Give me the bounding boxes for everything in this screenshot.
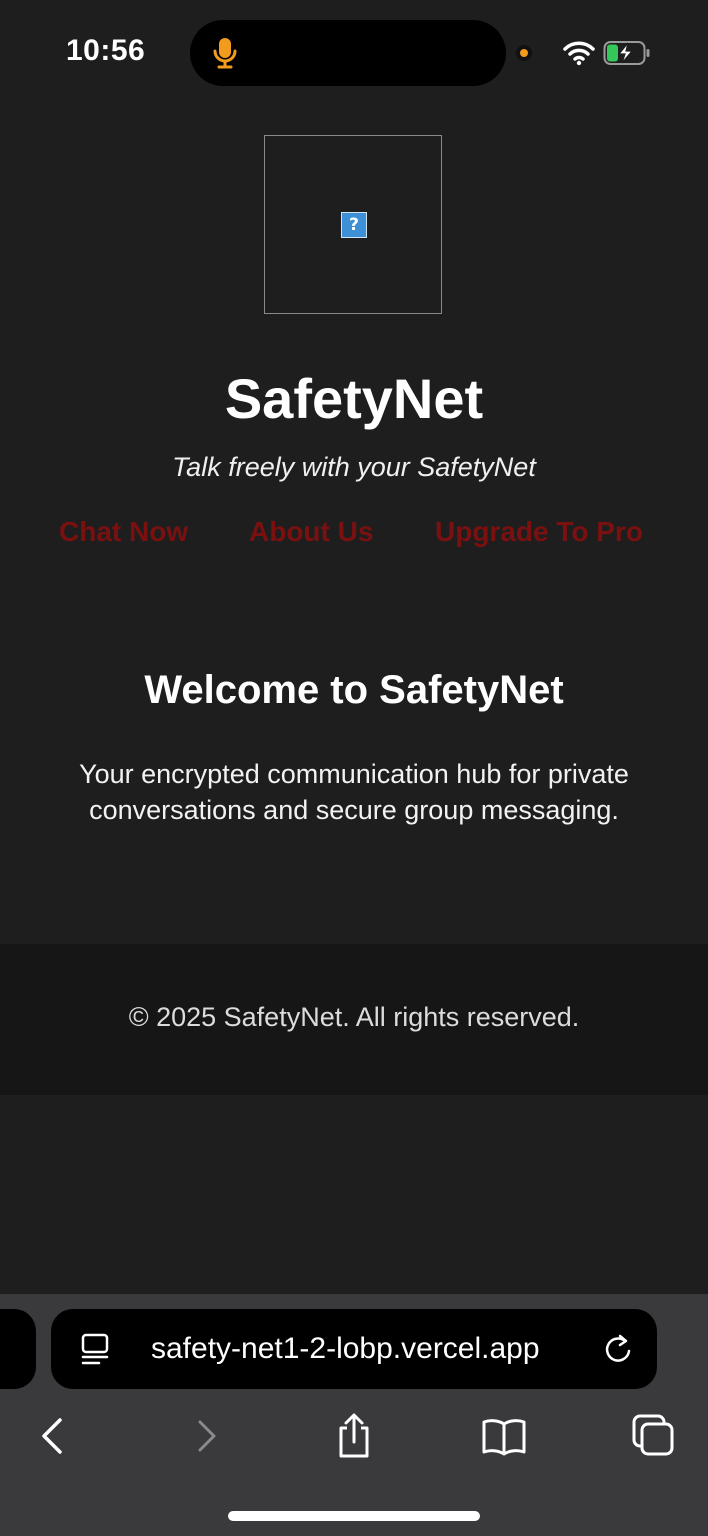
share-icon[interactable]	[330, 1412, 378, 1460]
nav-link-about-us[interactable]: About Us	[249, 516, 373, 548]
page-menu-icon[interactable]	[81, 1333, 111, 1372]
camera-indicator-dot	[516, 45, 532, 61]
url-text[interactable]: safety-net1-2-lobp.vercel.app	[151, 1332, 540, 1366]
tabs-icon[interactable]	[630, 1412, 678, 1460]
address-bar[interactable]: safety-net1-2-lobp.vercel.app	[51, 1309, 657, 1389]
status-time: 10:56	[66, 34, 146, 67]
battery-charging-icon	[603, 40, 651, 71]
logo-image: ?	[264, 135, 442, 314]
microphone-icon	[212, 36, 238, 75]
footer-copyright: © 2025 SafetyNet. All rights reserved.	[128, 1002, 580, 1032]
site-title: SafetyNet	[224, 367, 484, 430]
dynamic-island	[190, 20, 506, 86]
welcome-description: Your encrypted communication hub for pri…	[79, 759, 629, 825]
back-icon[interactable]	[30, 1412, 78, 1460]
forward-icon[interactable]	[182, 1412, 230, 1460]
welcome-heading: Welcome to SafetyNet	[144, 668, 564, 712]
screen: 10:56 ? SafetyNet Talk freely with your …	[0, 0, 708, 1536]
home-indicator[interactable]	[228, 1511, 480, 1521]
tagline: Talk freely with your SafetyNet	[172, 452, 536, 482]
reload-icon[interactable]	[603, 1333, 635, 1370]
wifi-icon	[563, 40, 595, 71]
nav-link-upgrade-to-pro[interactable]: Upgrade To Pro	[435, 516, 643, 548]
footer: © 2025 SafetyNet. All rights reserved.	[0, 944, 708, 1095]
bookmarks-icon[interactable]	[480, 1412, 528, 1460]
nav-link-chat-now[interactable]: Chat Now	[59, 516, 188, 548]
browser-bottom-bar: safety-net1-2-lobp.vercel.app	[0, 1294, 708, 1536]
broken-image-icon: ?	[341, 212, 367, 238]
previous-tab-preview[interactable]	[0, 1309, 36, 1389]
